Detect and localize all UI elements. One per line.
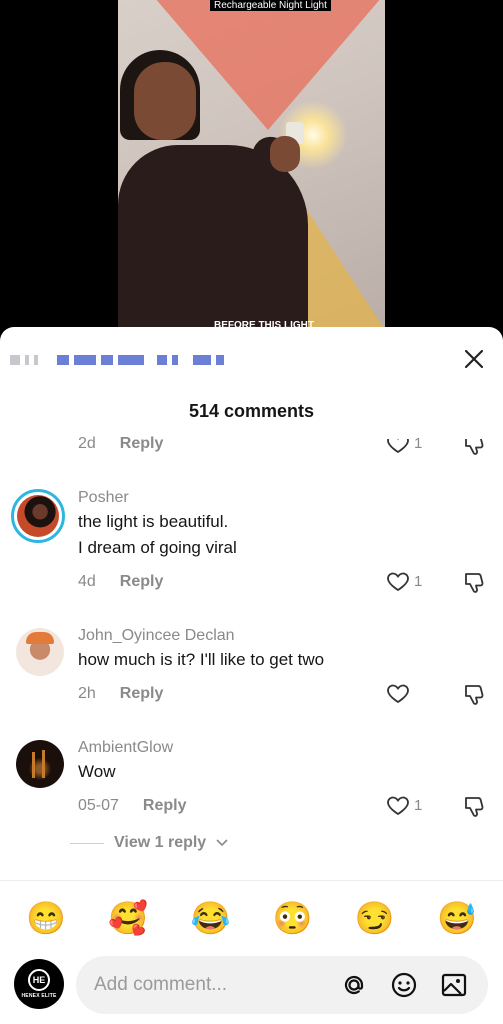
comment-text: I dream of going viral <box>78 538 237 557</box>
comment-meta: 2h Reply <box>78 685 163 703</box>
person <box>118 40 328 345</box>
dislike-button[interactable] <box>462 439 488 462</box>
dislike-button[interactable] <box>462 569 488 600</box>
heart-icon <box>387 684 409 704</box>
dislike-button[interactable] <box>462 681 488 712</box>
comment-time: 4d <box>78 573 96 590</box>
emoji-button[interactable]: 😅 <box>437 899 477 937</box>
reply-divider-line <box>70 842 104 844</box>
dislike-icon <box>465 439 484 455</box>
comment-meta: 05-07 Reply <box>78 797 187 815</box>
video-caption: Rechargeable Night Light <box>210 0 331 11</box>
comment-time: 05-07 <box>78 797 119 814</box>
image-icon <box>441 973 467 997</box>
comment-text: how much is it? I'll like to get two <box>78 650 325 669</box>
video-frame <box>118 0 385 345</box>
reply-button[interactable]: Reply <box>120 435 164 453</box>
avatar[interactable] <box>16 740 64 788</box>
view-replies-label: View 1 reply <box>114 834 207 851</box>
comment-text: Wow <box>78 762 116 781</box>
dislike-icon <box>465 685 484 705</box>
emoji-button[interactable]: 😁 <box>26 899 66 937</box>
divider <box>0 880 503 881</box>
comment-meta: 4d Reply <box>78 573 163 591</box>
like-button[interactable] <box>386 681 414 705</box>
comment-time: 2d <box>78 435 96 452</box>
at-icon <box>344 975 364 995</box>
heart-icon <box>387 796 409 816</box>
like-button[interactable]: 1 <box>386 569 422 593</box>
reply-button[interactable]: Reply <box>120 685 164 703</box>
comment-username[interactable]: Posher <box>78 489 129 507</box>
like-count: 1 <box>414 572 423 590</box>
like-button[interactable]: 1 <box>386 431 422 455</box>
reply-button[interactable]: Reply <box>143 797 187 815</box>
like-count: 1 <box>414 434 423 452</box>
comment-count: 514 comments <box>188 401 315 421</box>
comment-username[interactable]: John_Oyincee Declan <box>78 627 235 645</box>
close-button[interactable] <box>460 345 488 373</box>
brand-name: HENEX ELITE <box>21 993 57 999</box>
comment-composer <box>76 956 488 1014</box>
emoji-button[interactable]: 😳 <box>273 899 313 937</box>
emoji-picker-button[interactable] <box>388 969 420 1001</box>
avatar[interactable] <box>11 489 65 543</box>
my-avatar[interactable]: HE HENEX ELITE <box>14 959 64 1009</box>
comment-meta: 2d Reply <box>78 435 163 453</box>
image-attach-button[interactable] <box>438 969 470 1001</box>
brand-logo: HE <box>28 969 50 991</box>
comment-input[interactable] <box>94 956 334 1014</box>
comment-text: the light is beautiful. <box>78 512 229 531</box>
comment-username[interactable]: AmbientGlow <box>78 739 173 757</box>
emoji-button[interactable]: 😏 <box>355 899 395 937</box>
blurred-title <box>10 353 224 367</box>
comment-time: 2h <box>78 685 96 702</box>
emoji-button[interactable]: 🥰 <box>108 899 148 937</box>
heart-icon <box>387 572 409 592</box>
dislike-icon <box>465 797 484 817</box>
comments-sheet: 514 comments 2d Reply 1 Posher the light… <box>0 327 503 1024</box>
emoji-quick-bar: 😁 🥰 😂 😳 😏 😅 <box>0 899 503 937</box>
chevron-down-icon <box>216 839 228 847</box>
heart-icon <box>386 431 410 455</box>
mention-button[interactable] <box>338 969 370 1001</box>
emoji-button[interactable]: 😂 <box>190 899 230 937</box>
dislike-button[interactable] <box>462 793 488 824</box>
video-player[interactable]: Rechargeable Night Light BEFORE THIS LIG… <box>0 0 503 345</box>
close-icon <box>464 349 484 369</box>
dislike-icon <box>465 573 484 593</box>
emoji-icon <box>391 972 417 998</box>
view-replies-button[interactable]: View 1 reply <box>70 834 228 852</box>
reply-button[interactable]: Reply <box>120 573 164 591</box>
avatar[interactable] <box>16 628 64 676</box>
like-count: 1 <box>414 796 423 814</box>
like-button[interactable]: 1 <box>386 793 422 817</box>
